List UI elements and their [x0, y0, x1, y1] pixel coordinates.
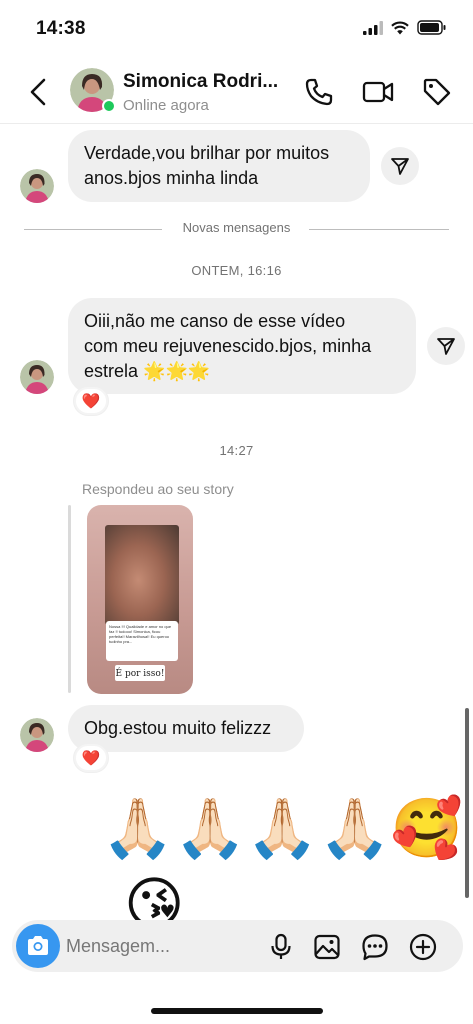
camera-icon — [28, 936, 48, 955]
story-reply-label: Respondeu ao seu story — [82, 481, 234, 497]
signal-icon — [363, 20, 383, 35]
divider-line — [309, 229, 449, 230]
message-bubble[interactable]: Oiii,não me canso de esse vídeo com meu … — [68, 298, 416, 394]
tag-icon — [423, 78, 451, 106]
battery-icon — [417, 20, 446, 35]
voice-call-button[interactable] — [303, 76, 335, 108]
message-thread[interactable]: Verdade,vou brilhar por muitos anos.bjos… — [0, 125, 473, 920]
message-composer — [12, 920, 463, 972]
message-input[interactable] — [66, 932, 256, 960]
sticker-button[interactable] — [360, 932, 390, 962]
story-caption: É por isso! — [115, 669, 165, 679]
sender-avatar[interactable] — [20, 169, 54, 203]
message-text: Obg.estou muito felizzz — [84, 718, 272, 738]
chevron-left-icon — [30, 78, 46, 106]
phone-icon — [305, 78, 333, 106]
plus-circle-icon — [409, 933, 437, 961]
story-photo — [105, 525, 179, 625]
emoji-message[interactable]: 😘 — [124, 873, 184, 921]
emoji-message[interactable]: 🙏🏻🙏🏻🙏🏻🙏🏻🥰 — [102, 797, 463, 861]
story-thumbnail[interactable]: Nossa !!! Qualidade e amor no que faz !!… — [87, 505, 193, 694]
more-options-button[interactable] — [408, 932, 438, 962]
message-text: estrela 🌟🌟🌟 — [84, 361, 211, 381]
back-button[interactable] — [24, 76, 54, 108]
contact-status: Online agora — [123, 97, 209, 114]
scrollbar[interactable] — [465, 708, 469, 898]
message-text: com meu rejuvenescido.bjos, minha — [84, 336, 372, 356]
timestamp: 14:27 — [219, 443, 254, 458]
share-message-button[interactable] — [427, 327, 465, 365]
message-bubble[interactable]: Obg.estou muito felizzz — [68, 705, 304, 752]
status-time: 14:38 — [36, 18, 86, 39]
video-camera-icon — [362, 81, 394, 103]
status-icons — [363, 20, 447, 35]
reply-indicator-bar — [68, 505, 71, 693]
tag-button[interactable] — [421, 76, 453, 108]
timestamp: ONTEM, 16:16 — [191, 263, 282, 278]
gallery-button[interactable] — [312, 932, 342, 962]
contact-name[interactable]: Simonica Rodri... — [123, 71, 278, 93]
image-icon — [314, 934, 340, 960]
message-text: anos.bjos minha linda — [84, 168, 259, 188]
message-text: Verdade,vou brilhar por muitos — [84, 143, 330, 163]
camera-button[interactable] — [16, 924, 60, 968]
divider-label: Novas mensagens — [182, 220, 291, 235]
story-comment-box: Nossa !!! Qualidade e amor no que faz !!… — [106, 621, 178, 661]
microphone-icon — [271, 933, 291, 959]
chat-header: Simonica Rodri... Online agora — [0, 62, 473, 124]
message-text: Oiii,não me canso de esse vídeo — [84, 311, 346, 331]
share-message-button[interactable] — [381, 147, 419, 185]
voice-message-button[interactable] — [266, 932, 296, 962]
heart-reaction[interactable]: ❤️ — [74, 744, 108, 772]
heart-reaction[interactable]: ❤️ — [74, 387, 108, 415]
chat-bubble-icon — [362, 934, 388, 961]
send-icon — [437, 338, 455, 355]
sender-avatar[interactable] — [20, 718, 54, 752]
video-call-button[interactable] — [362, 76, 394, 108]
online-indicator — [102, 99, 116, 113]
new-messages-divider: Novas mensagens — [24, 220, 449, 238]
send-icon — [391, 158, 409, 175]
status-bar: 14:38 — [0, 0, 473, 60]
message-bubble[interactable]: Verdade,vou brilhar por muitos anos.bjos… — [68, 130, 370, 202]
home-indicator — [151, 1008, 323, 1014]
contact-avatar[interactable] — [70, 68, 116, 113]
sender-avatar[interactable] — [20, 360, 54, 394]
wifi-icon — [391, 21, 409, 34]
